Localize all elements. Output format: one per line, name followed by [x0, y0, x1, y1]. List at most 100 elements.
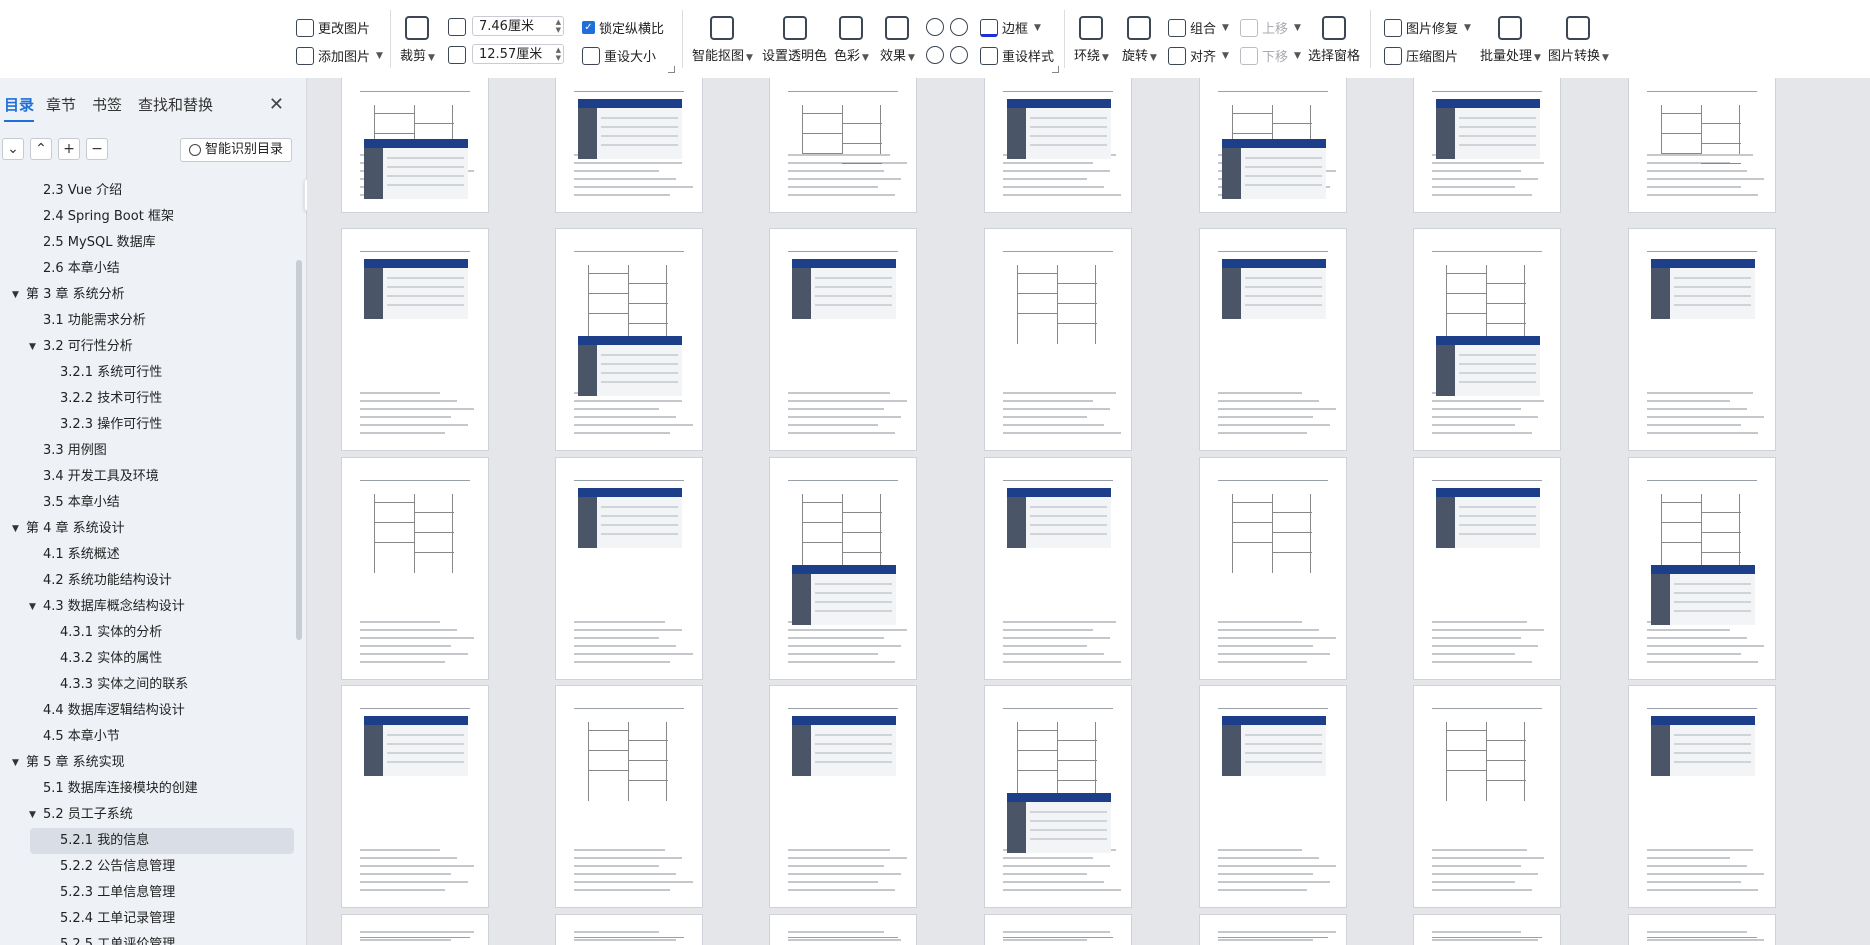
send-backward-button[interactable]: 下移 ▼: [1240, 46, 1301, 65]
expand-toggle-icon[interactable]: ▼: [29, 802, 36, 828]
height-input[interactable]: 12.57厘米 ▲ ▼: [472, 44, 564, 64]
toc-item[interactable]: 4.4 数据库逻辑结构设计: [0, 698, 296, 724]
toc-item[interactable]: 3.2.3 操作可行性: [0, 412, 296, 438]
batch-process-button[interactable]: 批量处理 ▼: [1480, 16, 1541, 64]
smart-cutout-button[interactable]: 智能抠图 ▼: [692, 16, 753, 64]
toc-item[interactable]: 4.1 系统概述: [0, 542, 296, 568]
expand-toggle-icon[interactable]: ▼: [12, 516, 19, 542]
width-input[interactable]: 7.46厘米 ▲ ▼: [472, 16, 564, 36]
crop-button[interactable]: 裁剪 ▼: [400, 16, 435, 64]
page-thumbnail[interactable]: [1413, 78, 1561, 213]
page-thumbnail[interactable]: [984, 78, 1132, 213]
toc-item[interactable]: 2.6 本章小结: [0, 256, 296, 282]
page-thumbnail[interactable]: [341, 78, 489, 213]
page-thumbnail[interactable]: [341, 914, 489, 945]
brightness-up-button[interactable]: [926, 46, 944, 64]
page-thumbnail[interactable]: [555, 914, 703, 945]
expand-toggle-icon[interactable]: ▼: [29, 334, 36, 360]
page-thumbnail[interactable]: [769, 78, 917, 213]
width-field[interactable]: [448, 18, 466, 36]
page-thumbnail[interactable]: [1628, 457, 1776, 680]
toc-item[interactable]: 3.2.2 技术可行性: [0, 386, 296, 412]
collapse-all-button[interactable]: ⌄: [2, 138, 24, 160]
toc-item[interactable]: ▼ 5.2 员工子系统: [0, 802, 296, 828]
page-thumbnail[interactable]: [1199, 457, 1347, 680]
page-thumbnail[interactable]: [1199, 228, 1347, 451]
height-field[interactable]: [448, 46, 466, 64]
wrap-button[interactable]: 环绕 ▼: [1074, 16, 1109, 64]
page-thumbnail[interactable]: [984, 457, 1132, 680]
toc-scrollbar[interactable]: [296, 260, 302, 640]
page-thumbnail[interactable]: [984, 228, 1132, 451]
toc-item[interactable]: 2.5 MySQL 数据库: [0, 230, 296, 256]
page-thumbnail[interactable]: [1413, 228, 1561, 451]
color-button[interactable]: 色彩 ▼: [834, 16, 869, 64]
toc-item[interactable]: 3.1 功能需求分析: [0, 308, 296, 334]
compress-image-button[interactable]: 压缩图片: [1384, 46, 1458, 65]
toc-item[interactable]: 3.2.1 系统可行性: [0, 360, 296, 386]
tab-find-replace[interactable]: 查找和替换: [138, 94, 213, 115]
page-thumbnail[interactable]: [769, 685, 917, 908]
toc-item[interactable]: 5.2.1 我的信息: [30, 828, 294, 854]
close-icon[interactable]: ✕: [269, 94, 284, 115]
page-thumbnail[interactable]: [341, 457, 489, 680]
reset-style-button[interactable]: 重设样式: [980, 46, 1054, 65]
add-image-button[interactable]: 添加图片 ▼: [296, 46, 383, 65]
toc-item[interactable]: 5.2.3 工单信息管理: [0, 880, 296, 906]
toc-item[interactable]: ▼ 3.2 可行性分析: [0, 334, 296, 360]
page-thumbnail[interactable]: [1413, 914, 1561, 945]
toc-item[interactable]: 3.4 开发工具及环境: [0, 464, 296, 490]
toc-item[interactable]: 4.3.2 实体的属性: [0, 646, 296, 672]
page-thumbnail[interactable]: [1413, 685, 1561, 908]
toc-item[interactable]: ▼ 第 5 章 系统实现: [0, 750, 296, 776]
document-page-grid[interactable]: [307, 78, 1870, 945]
page-thumbnail[interactable]: [555, 685, 703, 908]
page-thumbnail[interactable]: [769, 457, 917, 680]
lock-ratio-checkbox[interactable]: ✓ 锁定纵横比: [582, 18, 664, 37]
toc-item[interactable]: ▼ 4.3 数据库概念结构设计: [0, 594, 296, 620]
image-convert-button[interactable]: 图片转换 ▼: [1548, 16, 1609, 64]
toc-item[interactable]: 2.3 Vue 介绍: [0, 178, 296, 204]
rotate-right-button[interactable]: [950, 18, 968, 36]
page-thumbnail[interactable]: [1628, 914, 1776, 945]
remove-heading-button[interactable]: −: [86, 138, 108, 160]
toc-item[interactable]: ▼ 第 3 章 系统分析: [0, 282, 296, 308]
toc-item[interactable]: 3.3 用例图: [0, 438, 296, 464]
page-thumbnail[interactable]: [1628, 685, 1776, 908]
expand-toggle-icon[interactable]: ▼: [12, 750, 19, 776]
expand-level-button[interactable]: ⌃: [30, 138, 52, 160]
tab-chapters[interactable]: 章节: [46, 94, 76, 115]
toc-item[interactable]: ▼ 第 4 章 系统设计: [0, 516, 296, 542]
page-thumbnail[interactable]: [1413, 457, 1561, 680]
toc-item[interactable]: 2.4 Spring Boot 框架: [0, 204, 296, 230]
page-thumbnail[interactable]: [769, 914, 917, 945]
expand-toggle-icon[interactable]: ▼: [29, 594, 36, 620]
rotate-button[interactable]: 旋转 ▼: [1122, 16, 1157, 64]
selection-pane-button[interactable]: 选择窗格: [1308, 16, 1360, 64]
page-thumbnail[interactable]: [1628, 228, 1776, 451]
add-heading-button[interactable]: +: [58, 138, 80, 160]
tab-toc[interactable]: 目录: [4, 94, 35, 122]
toc-item[interactable]: 3.5 本章小结: [0, 490, 296, 516]
page-thumbnail[interactable]: [555, 78, 703, 213]
set-transparent-button[interactable]: 设置透明色: [762, 16, 827, 64]
dialog-launcher-icon-2[interactable]: [1052, 66, 1059, 73]
page-thumbnail[interactable]: [555, 228, 703, 451]
smart-toc-button[interactable]: 智能识别目录: [179, 138, 292, 162]
page-thumbnail[interactable]: [984, 685, 1132, 908]
change-image-button[interactable]: 更改图片: [296, 18, 370, 37]
effects-button[interactable]: 效果 ▼: [880, 16, 915, 64]
toc-item[interactable]: 5.2.5 工单评价管理: [0, 932, 296, 945]
toc-item[interactable]: 5.2.2 公告信息管理: [0, 854, 296, 880]
image-repair-button[interactable]: 图片修复 ▼: [1384, 18, 1471, 37]
page-thumbnail[interactable]: [1628, 78, 1776, 213]
page-thumbnail[interactable]: [341, 685, 489, 908]
rotate-left-button[interactable]: [926, 18, 944, 36]
page-thumbnail[interactable]: [341, 228, 489, 451]
border-button[interactable]: 边框 ▼: [980, 18, 1041, 37]
page-thumbnail[interactable]: [769, 228, 917, 451]
bring-forward-button[interactable]: 上移 ▼: [1240, 18, 1301, 37]
dialog-launcher-icon[interactable]: [668, 66, 675, 73]
page-thumbnail[interactable]: [984, 914, 1132, 945]
page-thumbnail[interactable]: [1199, 914, 1347, 945]
